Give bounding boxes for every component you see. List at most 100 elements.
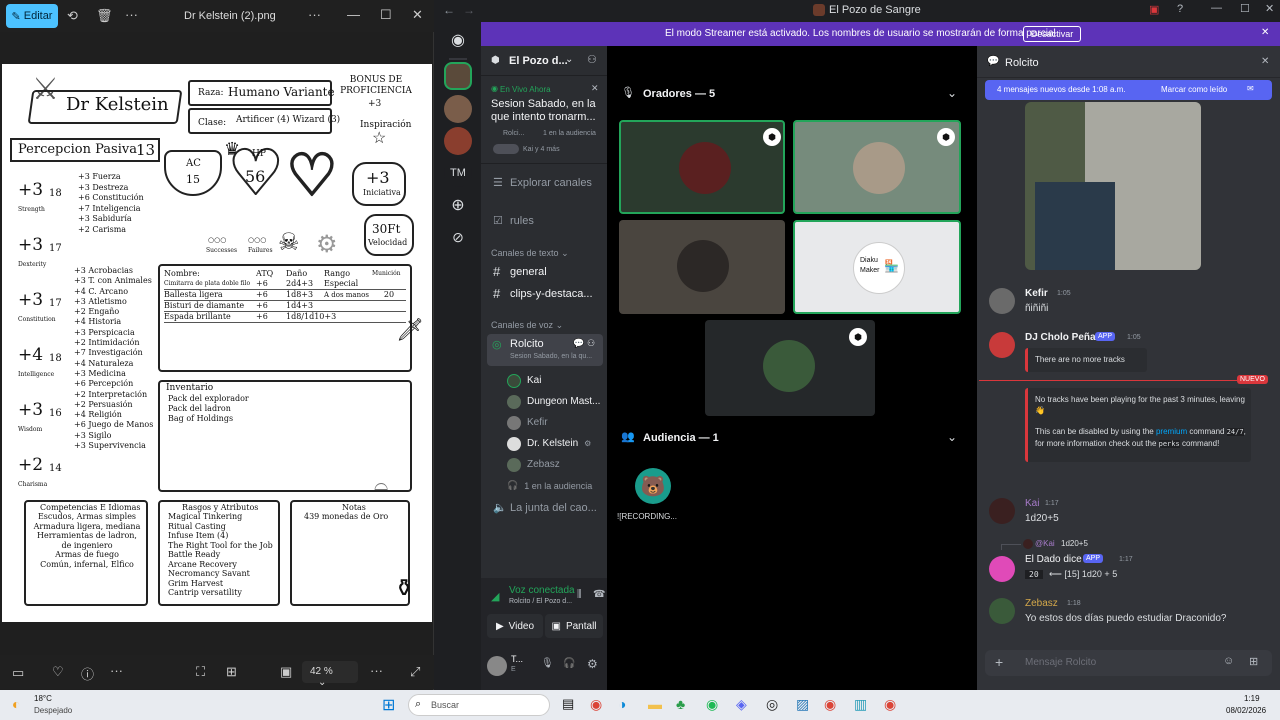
clock-time[interactable]: 1:19 — [1244, 694, 1260, 703]
chat-icon[interactable]: 💬 — [573, 338, 584, 349]
maximize-icon[interactable]: ☐ — [380, 7, 392, 23]
message-author[interactable]: DJ Cholo Peña — [1025, 332, 1096, 343]
speaker-tile[interactable]: ⬢ — [793, 120, 961, 214]
clock-date[interactable]: 08/02/2026 — [1226, 706, 1266, 715]
close-icon[interactable]: ✕ — [1261, 27, 1269, 38]
minimize-icon[interactable]: — — [347, 7, 360, 22]
app-icon[interactable]: ♣ — [676, 696, 685, 712]
server-header[interactable]: ⬢ El Pozo d... ⌄ ⚇ — [481, 46, 607, 76]
text-category[interactable]: Canales de texto ⌄ — [491, 248, 569, 259]
fullscreen-icon[interactable]: ⤢ — [410, 664, 420, 680]
stage-channel-rolcito[interactable]: ◎ Rolcito Sesion Sabado, en la qu... 💬 ⚇ — [487, 334, 603, 366]
voice-user[interactable]: Kefir — [507, 412, 603, 433]
task-view-icon[interactable]: ▤ — [562, 696, 574, 712]
voice-channel-other[interactable]: 🔈 La junta del cao... — [487, 498, 603, 518]
actual-size-icon[interactable]: ▣ — [280, 664, 292, 680]
add-user-icon[interactable]: ⚇ — [587, 338, 595, 349]
weather-icon[interactable]: ◐ — [12, 696, 20, 712]
disable-streamer-button[interactable]: Desactivar — [1023, 26, 1081, 42]
filmstrip-icon[interactable]: ▭ — [12, 665, 24, 681]
close-icon[interactable]: ✕ — [591, 83, 599, 94]
more-icon[interactable]: ··· — [308, 7, 321, 22]
avatar[interactable] — [989, 332, 1015, 358]
voice-user[interactable]: Zebasz — [507, 454, 603, 475]
spotify-icon[interactable]: ◉ — [706, 696, 718, 713]
noise-icon[interactable]: ⫼ — [577, 589, 582, 600]
speaker-tile[interactable]: ⬢ — [705, 320, 875, 416]
close-icon[interactable]: ✕ — [1261, 56, 1269, 67]
live-now-card[interactable]: En Vivo Ahora ◉ ✕ Sesion Sabado, en la q… — [481, 78, 607, 164]
browse-channels[interactable]: ☰ Explorar canales — [487, 172, 601, 194]
audience-member[interactable]: 🐻 ![RECORDING... — [613, 466, 693, 526]
delete-icon[interactable]: 🗑 — [96, 8, 113, 24]
fit-icon[interactable]: ⊞ — [226, 664, 237, 680]
channel-rules[interactable]: ☑ rules — [487, 210, 601, 232]
discover-icon[interactable]: ⊘ — [444, 223, 472, 251]
chrome-icon[interactable]: ◉ — [824, 696, 836, 713]
server-avatar[interactable] — [444, 127, 472, 155]
channel-general[interactable]: # general — [487, 262, 601, 282]
minimize-icon[interactable]: — — [1211, 2, 1222, 14]
image-attachment[interactable] — [1025, 102, 1201, 270]
message-input[interactable]: + Mensaje Rolcito ☺ ⊞ — [985, 650, 1272, 676]
info-icon[interactable]: ⓘ — [81, 664, 94, 683]
discord-icon[interactable]: ◈ — [736, 696, 747, 713]
apps-icon[interactable]: ⊞ — [1249, 655, 1258, 668]
microphone-icon[interactable]: 🎙 — [541, 658, 554, 669]
start-icon[interactable]: ⊞ — [382, 695, 395, 715]
video-button[interactable]: ▶ Video — [487, 614, 543, 638]
headphones-icon[interactable]: 🎧 — [563, 658, 575, 669]
mark-read-button[interactable]: Marcar como leído — [1161, 85, 1227, 94]
reply-user[interactable]: @Kai — [1035, 539, 1055, 548]
server-avatar[interactable]: TM — [444, 159, 472, 187]
close-icon[interactable]: ✕ — [1265, 2, 1274, 15]
search-box[interactable]: ⌕ Buscar — [408, 694, 550, 716]
back-icon[interactable]: ← — [443, 3, 455, 17]
add-server-icon[interactable]: ⊕ — [444, 191, 472, 219]
add-user-icon[interactable]: ⚇ — [587, 53, 597, 66]
audience-header[interactable]: 👥 Audiencia — 1 ⌄ — [621, 430, 967, 448]
folder-icon[interactable]: ▬ — [648, 696, 662, 712]
message-author[interactable]: El Dado dice — [1025, 554, 1082, 565]
notepad-icon[interactable]: ▥ — [854, 696, 867, 713]
more-icon[interactable]: ··· — [110, 663, 123, 678]
server-avatar[interactable] — [444, 95, 472, 123]
premium-link[interactable]: premium — [1156, 427, 1187, 436]
avatar[interactable] — [487, 656, 507, 676]
avatar[interactable] — [989, 556, 1015, 582]
voice-user[interactable]: Dr. Kelstein ⚙ — [507, 433, 603, 454]
chrome-icon[interactable]: ◉ — [590, 696, 602, 713]
help-icon[interactable]: ? — [1177, 3, 1183, 15]
screen-icon[interactable]: ▣ — [1149, 3, 1159, 16]
voice-user[interactable]: Dungeon Mast... — [507, 391, 603, 412]
message-author[interactable]: Kefir — [1025, 288, 1048, 299]
edit-button[interactable]: ✎ Editar — [6, 4, 58, 28]
add-attachment-icon[interactable]: + — [995, 654, 1003, 670]
heart-icon[interactable]: ♡ — [52, 664, 64, 680]
screen-share-button[interactable]: ▣ Pantall — [545, 614, 603, 638]
chrome-icon[interactable]: ◉ — [884, 696, 896, 713]
avatar[interactable] — [989, 498, 1015, 524]
crop-icon[interactable]: ⛶ — [196, 664, 205, 680]
rotate-icon[interactable]: ⟲ — [67, 8, 78, 24]
obs-icon[interactable]: ◎ — [766, 696, 778, 713]
channel-clips[interactable]: # clips-y-destaca... — [487, 284, 601, 304]
message-author[interactable]: Zebasz — [1025, 598, 1058, 609]
more-icon[interactable]: ··· — [125, 7, 138, 22]
app-icon[interactable]: ▨ — [796, 696, 809, 713]
message-author[interactable]: Kai — [1025, 498, 1039, 509]
more-icon[interactable]: ··· — [370, 663, 383, 678]
speakers-header[interactable]: 🎙 Oradores — 5 ⌄ — [621, 86, 967, 104]
speaker-tile[interactable]: ⬢ — [619, 120, 785, 214]
close-icon[interactable]: ✕ — [412, 7, 423, 23]
emoji-icon[interactable]: ☺ — [1223, 655, 1234, 667]
avatar[interactable] — [989, 288, 1015, 314]
server-avatar[interactable] — [444, 62, 472, 90]
new-messages-bar[interactable]: 4 mensajes nuevos desde 1:08 a.m. Marcar… — [985, 80, 1272, 100]
settings-icon[interactable]: ⚙ — [587, 657, 598, 671]
voice-user[interactable]: Kai — [507, 370, 603, 391]
forward-icon[interactable]: → — [463, 3, 475, 17]
maximize-icon[interactable]: ☐ — [1240, 2, 1250, 15]
audience-count-row[interactable]: 🎧 1 en la audiencia — [507, 475, 603, 496]
avatar[interactable] — [989, 598, 1015, 624]
